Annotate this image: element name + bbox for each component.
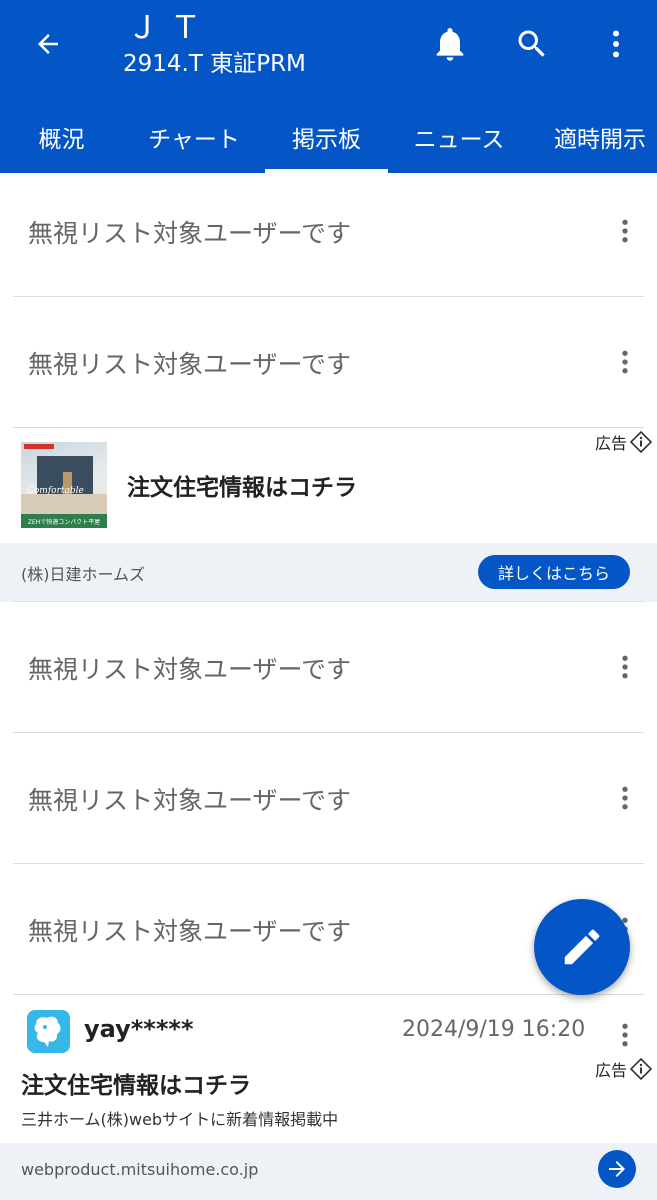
ad-label-text: 広告 <box>594 1061 627 1080</box>
ad-cta-button[interactable]: 詳しくはこちら <box>478 555 630 589</box>
ad-thumbnail-image[interactable]: Comfortable ZEHで快適コンパクト平屋 <box>21 442 107 528</box>
app-bar: ＪＴ 2914.T 東証PRM 概況 チャート 掲示板 ニュース 適時開示 <box>0 0 657 173</box>
ad-headline[interactable]: 注文住宅情報はコチラ <box>21 1066 251 1100</box>
ignored-post-text: 無視リスト対象ユーザーです <box>28 218 352 248</box>
post-timestamp: 2024/9/19 16:20 <box>402 1017 586 1042</box>
ad-advertiser: (株)日建ホームズ <box>21 564 146 584</box>
ad-label-text: 広告 <box>594 434 627 453</box>
compose-post-button[interactable] <box>534 899 630 995</box>
tab-news[interactable]: ニュース <box>388 100 530 173</box>
more-vert-icon <box>622 786 628 810</box>
more-vert-icon <box>622 655 628 679</box>
ad-description: 三井ホーム(株)webサイトに新着情報掲載中 <box>21 1110 339 1129</box>
ad-go-button[interactable] <box>598 1150 636 1188</box>
ad-brand-mark <box>24 444 54 449</box>
post-header: yay***** 2024/9/19 16:20 <box>0 995 657 1055</box>
post-menu-button[interactable] <box>607 645 643 689</box>
ad-headline[interactable]: 注文住宅情報はコチラ <box>127 468 357 502</box>
ad-banner[interactable]: 広告 Comfortable ZEHで快適コンパクト平屋 注文住宅情報はコチラ … <box>0 428 657 602</box>
ignored-post-text: 無視リスト対象ユーザーです <box>28 349 352 379</box>
search-button[interactable] <box>508 20 556 68</box>
user-avatar-icon <box>34 1016 61 1047</box>
info-icon <box>629 430 653 454</box>
ignored-post-text: 無視リスト対象ユーザーです <box>28 654 352 684</box>
ad-footer: webproduct.mitsuihome.co.jp <box>0 1143 657 1200</box>
post-username[interactable]: yay***** <box>84 1015 194 1043</box>
pencil-icon <box>564 929 600 965</box>
ad-url[interactable]: webproduct.mitsuihome.co.jp <box>21 1143 258 1195</box>
avatar[interactable] <box>27 1010 70 1053</box>
tab-board[interactable]: 掲示板 <box>265 100 388 173</box>
post-menu-button[interactable] <box>607 340 643 384</box>
post-menu-button[interactable] <box>607 776 643 820</box>
ignored-post-text: 無視リスト対象ユーザーです <box>28 785 352 815</box>
more-vert-icon <box>622 1023 628 1047</box>
stock-code-market: 2914.T 東証PRM <box>123 51 306 77</box>
ignored-post[interactable]: 無視リスト対象ユーザーです <box>0 733 657 864</box>
search-icon <box>518 30 545 57</box>
stock-name: ＪＴ <box>127 10 213 46</box>
bottom-ad-banner[interactable]: 広告 注文住宅情報はコチラ 三井ホーム(株)webサイトに新着情報掲載中 web… <box>0 1055 657 1200</box>
more-menu-button[interactable] <box>592 20 640 68</box>
post-menu-button[interactable] <box>607 1013 643 1057</box>
post-menu-button[interactable] <box>607 209 643 253</box>
ad-footer: (株)日建ホームズ 詳しくはこちら <box>0 543 657 602</box>
bell-icon <box>436 28 464 61</box>
notification-button[interactable] <box>426 20 474 68</box>
arrow-right-icon <box>609 1161 625 1177</box>
back-button[interactable] <box>22 22 74 66</box>
ad-label[interactable]: 広告 <box>595 1057 653 1081</box>
thumb-script-text: Comfortable <box>27 486 84 496</box>
tab-disclosure[interactable]: 適時開示 <box>530 100 657 173</box>
tab-overview[interactable]: 概況 <box>0 100 123 173</box>
ground-illustration <box>21 494 107 514</box>
ad-label[interactable]: 広告 <box>595 430 653 454</box>
more-vert-icon <box>622 219 628 243</box>
ignored-post[interactable]: 無視リスト対象ユーザーです <box>0 297 657 428</box>
back-arrow-icon <box>38 34 58 54</box>
ignored-post[interactable]: 無視リスト対象ユーザーです <box>0 602 657 733</box>
header-titles: ＪＴ 2914.T 東証PRM <box>123 8 306 80</box>
tab-bar: 概況 チャート 掲示板 ニュース 適時開示 <box>0 100 657 173</box>
more-vert-icon <box>622 350 628 374</box>
tab-chart[interactable]: チャート <box>123 100 265 173</box>
thumb-band-text: ZEHで快適コンパクト平屋 <box>21 514 107 528</box>
info-icon <box>629 1057 653 1081</box>
ignored-post-text: 無視リスト対象ユーザーです <box>28 916 352 946</box>
more-vert-icon <box>613 30 619 58</box>
ignored-post[interactable]: 無視リスト対象ユーザーです <box>0 166 657 297</box>
